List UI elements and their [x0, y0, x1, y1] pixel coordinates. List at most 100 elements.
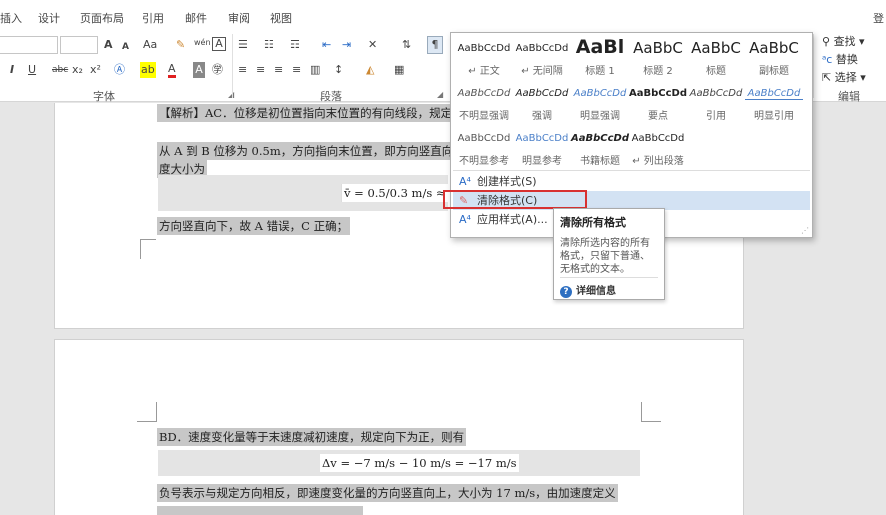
chinese-layout-icon[interactable]: ✕	[368, 37, 377, 53]
tab-layout[interactable]: 页面布局	[80, 10, 124, 26]
style-swatch[interactable]: AaBbCcDd 要点	[629, 78, 687, 122]
borders-icon[interactable]: ▦	[394, 62, 404, 78]
tab-mailings[interactable]: 邮件	[185, 10, 207, 26]
tab-insert[interactable]: 插入	[0, 10, 22, 26]
style-name: ↵ 无间隔	[513, 62, 571, 77]
menu-divider	[453, 170, 810, 171]
margin-corner-mark	[137, 402, 157, 422]
clear-formatting-tooltip: 清除所有格式 清除所选内容的所有格式，只留下普通、无格式的文本。 ? 详细信息	[553, 208, 665, 300]
style-swatch[interactable]: AaBbCcDd 不明显参考	[455, 123, 513, 167]
grow-font-icon[interactable]: A	[104, 37, 113, 53]
select-label: 选择	[834, 71, 857, 84]
style-swatch[interactable]: AaBbCcDd ↵ 无间隔	[513, 33, 571, 77]
style-swatch[interactable]: AaBbCcDd 不明显强调	[455, 78, 513, 122]
style-name-text: 明显参考	[522, 156, 562, 167]
style-name: 标题 1	[571, 62, 629, 77]
eraser-icon[interactable]: ✎	[176, 37, 185, 53]
style-name-text: 正文	[479, 66, 500, 77]
create-style-label: 创建样式(S)	[477, 175, 537, 188]
style-swatch[interactable]: AaBbC 标题	[687, 33, 745, 77]
style-swatch[interactable]: AaBbCcDd 明显参考	[513, 123, 571, 167]
style-sample: AaBbCcDd	[515, 133, 569, 144]
multilevel-list-icon[interactable]: ☶	[290, 37, 300, 53]
style-sample: AaBbC	[633, 39, 683, 57]
replace-icon: ᵃc	[822, 53, 833, 66]
style-sample: AaBbCcDd	[457, 43, 511, 54]
style-swatch[interactable]: AaBbC 副标题	[745, 33, 803, 77]
decrease-indent-icon[interactable]: ⇤	[322, 37, 331, 53]
line-spacing-icon[interactable]: ↕	[334, 62, 343, 78]
replace-button[interactable]: ᵃc 替换	[822, 51, 858, 67]
style-name-text: 无间隔	[532, 66, 563, 77]
select-button[interactable]: ⇱ 选择 ▾	[822, 69, 866, 85]
superscript-icon[interactable]: x²	[90, 62, 101, 78]
font-name-combobox[interactable]	[0, 36, 58, 54]
numbering-icon[interactable]: ☷	[264, 37, 274, 53]
style-swatch[interactable]: AaBbCcDd ↵ 正文	[455, 33, 513, 77]
sign-in-link[interactable]: 登	[873, 10, 884, 26]
style-sample: AaBbCcDd	[457, 133, 511, 144]
style-swatch[interactable]: AaBbCcDd 强调	[513, 78, 571, 122]
tab-references[interactable]: 引用	[142, 10, 164, 26]
tab-review[interactable]: 审阅	[228, 10, 250, 26]
equation[interactable]: Δv = −7 m/s − 10 m/s = −17 m/s	[320, 454, 519, 472]
subscript-icon[interactable]: x₂	[72, 62, 83, 78]
justify-icon[interactable]: ≡	[292, 62, 301, 78]
bullets-icon[interactable]: ☰	[238, 37, 248, 53]
tooltip-more-info-link[interactable]: ? 详细信息	[560, 282, 616, 298]
style-swatch[interactable]: AaBbC 标题 2	[629, 33, 687, 77]
style-sample: AaBbCcDd	[573, 88, 627, 99]
show-marks-icon[interactable]: ¶	[427, 36, 443, 54]
paragraph-dialog-launcher-icon[interactable]: ◢	[437, 90, 443, 99]
change-case-icon[interactable]: Aa	[143, 37, 157, 53]
doc-paragraph[interactable]: 方向竖直向下，故 A 错误，C 正确；	[157, 217, 351, 235]
style-name-text: 书籍标题	[580, 156, 620, 167]
phonetic-guide-icon[interactable]: wén	[194, 35, 211, 51]
style-name-text: 要点	[648, 111, 668, 122]
align-right-icon[interactable]: ≡	[274, 62, 283, 78]
character-border-icon[interactable]: A	[212, 37, 226, 51]
font-size-combobox[interactable]	[60, 36, 98, 54]
style-swatch[interactable]: AaBbCcDd 明显引用	[745, 78, 803, 122]
shading-icon[interactable]: ◭	[366, 62, 374, 78]
underline-icon[interactable]: U	[28, 62, 36, 78]
align-center-icon[interactable]: ≡	[256, 62, 265, 78]
doc-paragraph[interactable]: 【解析】AC．位移是初位置指向末位置的有向线段，规定	[157, 104, 455, 122]
style-name: 标题	[687, 62, 745, 77]
resize-grip-icon[interactable]: ⋰	[801, 226, 809, 235]
shrink-font-icon[interactable]: A	[122, 39, 129, 55]
sort-icon[interactable]: ⇅	[402, 37, 411, 53]
style-sample: AaBbCcDd	[689, 88, 743, 99]
increase-indent-icon[interactable]: ⇥	[342, 37, 351, 53]
doc-paragraph[interactable]: 负号表示与规定方向相反，即速度变化量的方向竖直向上，大小为 17 m/s，由加速…	[157, 484, 618, 502]
style-swatch[interactable]: AaBbCcDd 明显强调	[571, 78, 629, 122]
style-name: 副标题	[745, 62, 803, 77]
tab-design[interactable]: 设计	[38, 10, 60, 26]
text-effects-icon[interactable]: Ⓐ	[114, 62, 125, 78]
strikethrough-icon[interactable]: abc	[52, 62, 68, 78]
character-shading-icon[interactable]: A	[193, 62, 205, 78]
style-swatch[interactable]: AaBbCcDd ↵ 列出段落	[629, 123, 687, 167]
highlight-color-icon[interactable]: ab	[140, 62, 156, 78]
style-sample: AaBbCcDd	[515, 43, 569, 54]
style-name-text: 引用	[706, 111, 726, 122]
document-page[interactable]: BD．速度变化量等于末速度减初速度，规定向下为正，则有 Δv = −7 m/s …	[54, 339, 744, 515]
ribbon-tab-bar: 插入 设计 页面布局 引用 邮件 审阅 视图 登	[0, 0, 886, 30]
italic-icon[interactable]: I	[10, 62, 14, 78]
create-style-icon: A⁴	[459, 175, 471, 188]
create-style-menu-item[interactable]: A⁴ 创建样式(S)	[453, 172, 810, 191]
align-left-icon[interactable]: ≡	[238, 62, 247, 78]
doc-paragraph[interactable]: BD．速度变化量等于末速度减初速度，规定向下为正，则有	[157, 428, 467, 446]
enclose-characters-icon[interactable]: ㊫	[212, 62, 223, 78]
style-swatch[interactable]: AaBbCcDd 书籍标题	[571, 123, 629, 167]
tab-view[interactable]: 视图	[270, 10, 292, 26]
distributed-icon[interactable]: ▥	[310, 62, 320, 78]
doc-paragraph[interactable]: 从 A 到 B 位移为 0.5m，方向指向末位置，即方向竖直向	[157, 142, 456, 160]
find-button[interactable]: ⚲ 查找 ▾	[822, 33, 865, 49]
style-swatch[interactable]: AaBbCcDd 引用	[687, 78, 745, 122]
replace-label: 替换	[835, 53, 858, 66]
font-color-icon[interactable]: A	[168, 62, 176, 78]
apply-styles-icon: A⁴	[459, 213, 471, 226]
style-sample: AaBbC	[691, 39, 741, 57]
style-swatch[interactable]: AaBl 标题 1	[571, 33, 629, 77]
